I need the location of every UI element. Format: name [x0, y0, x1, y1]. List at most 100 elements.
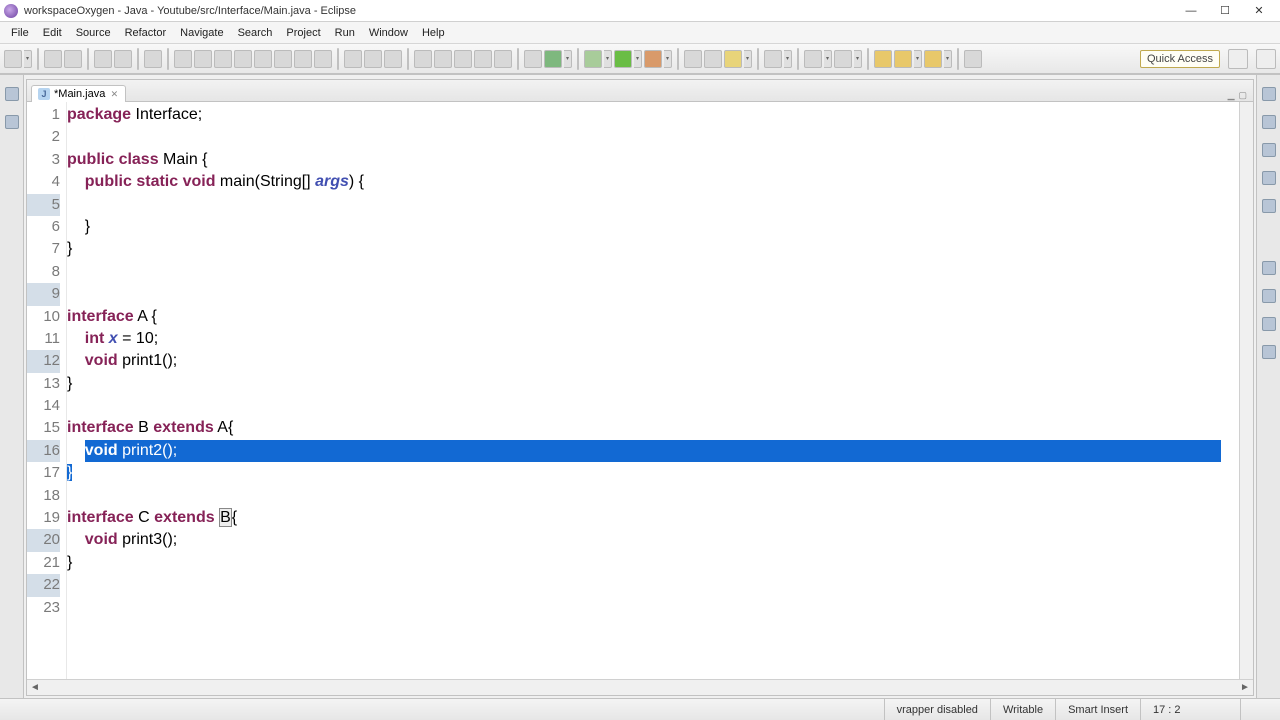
maximize-view-icon[interactable]: ▢: [1238, 90, 1247, 101]
t1-icon[interactable]: [344, 50, 362, 68]
new-dropdown[interactable]: ▾: [24, 50, 32, 68]
ext-dropdown[interactable]: ▾: [664, 50, 672, 68]
step-return-icon[interactable]: [294, 50, 312, 68]
code-line[interactable]: [67, 485, 1239, 507]
view-icon-r2[interactable]: [1262, 115, 1276, 129]
debug-disconnect-icon[interactable]: [234, 50, 252, 68]
save-all-button[interactable]: [64, 50, 82, 68]
scroll-left-icon[interactable]: ◄: [27, 682, 43, 693]
t9-icon[interactable]: [524, 50, 542, 68]
highlight-icon[interactable]: [724, 50, 742, 68]
last-edit-icon[interactable]: [924, 50, 942, 68]
code-line[interactable]: }: [67, 238, 1239, 260]
t2-icon[interactable]: [364, 50, 382, 68]
ext-tools-button[interactable]: [644, 50, 662, 68]
search-icon[interactable]: [764, 50, 782, 68]
new-button[interactable]: [4, 50, 22, 68]
debug-dropdown[interactable]: ▾: [604, 50, 612, 68]
code-line[interactable]: [67, 395, 1239, 417]
maximize-button[interactable]: ☐: [1208, 0, 1242, 22]
view-icon-r3[interactable]: [1262, 143, 1276, 157]
debug-perspective-icon[interactable]: [1256, 49, 1276, 69]
code-line[interactable]: public static void main(String[] args) {: [67, 171, 1239, 193]
code-line[interactable]: }: [67, 552, 1239, 574]
editor-tab[interactable]: J *Main.java ✕: [31, 85, 126, 102]
pin-icon[interactable]: [964, 50, 982, 68]
overview-ruler[interactable]: [1239, 102, 1253, 679]
ot-dropdown[interactable]: ▾: [824, 50, 832, 68]
code-line[interactable]: interface B extends A{: [67, 417, 1239, 439]
menu-help[interactable]: Help: [415, 25, 452, 41]
code-line[interactable]: interface A {: [67, 306, 1239, 328]
view-icon-r6[interactable]: [1262, 261, 1276, 275]
menu-project[interactable]: Project: [279, 25, 327, 41]
code-line[interactable]: [67, 597, 1239, 619]
menu-run[interactable]: Run: [328, 25, 362, 41]
step-into-icon[interactable]: [254, 50, 272, 68]
run-dropdown[interactable]: ▾: [634, 50, 642, 68]
code-line[interactable]: [67, 283, 1239, 305]
fwd-nav-icon[interactable]: [894, 50, 912, 68]
view-icon-1[interactable]: [5, 87, 19, 101]
toggle2-icon[interactable]: [114, 50, 132, 68]
debug-resume-icon[interactable]: [174, 50, 192, 68]
s-dropdown[interactable]: ▾: [784, 50, 792, 68]
menu-search[interactable]: Search: [231, 25, 280, 41]
debug-button[interactable]: [584, 50, 602, 68]
h-scrollbar[interactable]: ◄ ►: [27, 679, 1253, 695]
code-line[interactable]: void print1();: [67, 350, 1239, 372]
view-icon-r1[interactable]: [1262, 87, 1276, 101]
menu-navigate[interactable]: Navigate: [173, 25, 230, 41]
view-icon-r4[interactable]: [1262, 171, 1276, 185]
view-icon-2[interactable]: [5, 115, 19, 129]
code-line[interactable]: interface C extends B{: [67, 507, 1239, 529]
scroll-right-icon[interactable]: ►: [1237, 682, 1253, 693]
code-line[interactable]: }: [67, 373, 1239, 395]
view-icon-r9[interactable]: [1262, 345, 1276, 359]
code-area[interactable]: package Interface; public class Main { pu…: [67, 102, 1239, 679]
code-line[interactable]: int x = 10;: [67, 328, 1239, 350]
step-over-icon[interactable]: [274, 50, 292, 68]
t10-dropdown[interactable]: ▾: [854, 50, 862, 68]
code-line[interactable]: package Interface;: [67, 104, 1239, 126]
menu-edit[interactable]: Edit: [36, 25, 69, 41]
hl-dropdown[interactable]: ▾: [744, 50, 752, 68]
code-line[interactable]: [67, 126, 1239, 148]
tab-close-icon[interactable]: ✕: [109, 89, 119, 99]
t7-icon[interactable]: [474, 50, 492, 68]
menu-refactor[interactable]: Refactor: [118, 25, 174, 41]
view-icon-r5[interactable]: [1262, 199, 1276, 213]
debug-pause-icon[interactable]: [194, 50, 212, 68]
t6-icon[interactable]: [454, 50, 472, 68]
menu-source[interactable]: Source: [69, 25, 118, 41]
debug-stop-icon[interactable]: [214, 50, 232, 68]
menu-window[interactable]: Window: [362, 25, 415, 41]
fn-dropdown[interactable]: ▾: [914, 50, 922, 68]
code-line[interactable]: void print3();: [67, 529, 1239, 551]
code-line[interactable]: }: [67, 462, 1239, 484]
code-line[interactable]: public class Main {: [67, 149, 1239, 171]
t3-icon[interactable]: [384, 50, 402, 68]
view-icon-r8[interactable]: [1262, 317, 1276, 331]
menu-file[interactable]: File: [4, 25, 36, 41]
quick-access[interactable]: Quick Access: [1140, 50, 1220, 68]
java-perspective-icon[interactable]: [1228, 49, 1248, 69]
t8-icon[interactable]: [494, 50, 512, 68]
sync-dropdown[interactable]: ▾: [564, 50, 572, 68]
code-line[interactable]: [67, 194, 1239, 216]
view-icon-r7[interactable]: [1262, 289, 1276, 303]
t4-icon[interactable]: [414, 50, 432, 68]
back-nav-icon[interactable]: [874, 50, 892, 68]
toggle1-icon[interactable]: [94, 50, 112, 68]
editor-body[interactable]: 1234567891011121314151617181920212223 pa…: [27, 102, 1253, 679]
wand-icon[interactable]: [144, 50, 162, 68]
sync-icon[interactable]: [544, 50, 562, 68]
new-class-icon[interactable]: [704, 50, 722, 68]
minimize-button[interactable]: —: [1174, 0, 1208, 22]
drop-frame-icon[interactable]: [314, 50, 332, 68]
code-line[interactable]: [67, 574, 1239, 596]
minimize-view-icon[interactable]: ▁: [1228, 90, 1235, 101]
save-button[interactable]: [44, 50, 62, 68]
t5-icon[interactable]: [434, 50, 452, 68]
new-pkg-icon[interactable]: [684, 50, 702, 68]
